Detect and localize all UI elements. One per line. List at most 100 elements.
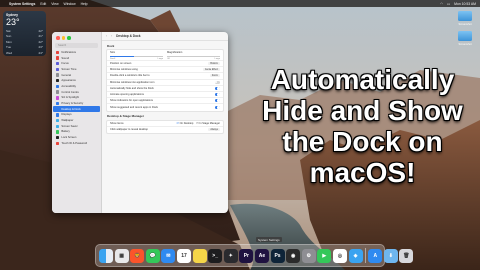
desktop-section-title: Desktop & Stage Manager: [107, 114, 145, 118]
final-cut-icon[interactable]: ✦: [223, 248, 238, 263]
sidebar-item-label: Desktop & Dock: [61, 107, 81, 111]
desktop-folder-icon[interactable]: [458, 11, 472, 21]
setting-toggle[interactable]: [214, 105, 220, 109]
setting-select[interactable]: Bottom: [208, 62, 220, 66]
menu-view[interactable]: View: [51, 2, 58, 6]
sidebar-item-icon: [56, 107, 60, 111]
sidebar-item-icon: [56, 79, 60, 83]
click-wallpaper-row: Click wallpaper to reveal desktop Always: [110, 128, 220, 132]
forecast-row: Sun 21°: [6, 34, 43, 38]
system-settings-icon[interactable]: ⚙: [301, 248, 316, 263]
launchpad-icon[interactable]: ▦: [114, 248, 129, 263]
sidebar-item-label: Accessibility: [61, 84, 77, 88]
forecast-row: Tue 23°: [6, 45, 43, 49]
setting-label: Show suggested and recent apps in Dock: [110, 105, 158, 109]
sidebar-item-icon: [56, 141, 60, 146]
setting-label: Position on screen: [110, 62, 132, 66]
size-slider[interactable]: Size Small Large: [110, 51, 163, 60]
setting-toggle[interactable]: [214, 86, 220, 90]
dock-section-title: Dock: [107, 43, 115, 48]
menu-help[interactable]: Help: [81, 2, 88, 6]
sidebar-item-icon: [56, 67, 60, 72]
menu-edit[interactable]: Edit: [40, 2, 46, 6]
safari-icon[interactable]: ◈: [348, 248, 363, 263]
weather-widget[interactable]: Sydney 23° Sat 22° Sun 21° Mon 22° Tue 23° W…: [3, 11, 46, 56]
settings-main-pane: ‹ › Desktop & Dock Dock Size Small Large …: [102, 32, 228, 213]
app-store-icon[interactable]: A: [368, 248, 383, 263]
minimize-button[interactable]: [61, 36, 65, 40]
setting-label: Automatically hide and show the Dock: [110, 86, 154, 90]
video-title-overlay: Automatically Hide and Show the Dock on …: [262, 64, 463, 188]
chrome-icon[interactable]: ◎: [332, 248, 347, 263]
sidebar-item-label: Appearance: [61, 79, 76, 83]
desktop-folder-icon[interactable]: [458, 31, 472, 41]
forecast-row: Wed 24°: [6, 50, 43, 55]
dock: ▦ 🦁 💬 ✉ 17 >_ ✦ Pr Ae Ps ◉ ⚙ ▶ ◎ ◈ A ⬇ 🗑: [95, 244, 414, 267]
setting-toggle[interactable]: [214, 99, 220, 103]
brave-icon[interactable]: 🦁: [130, 248, 145, 263]
obs-icon[interactable]: ◉: [286, 248, 301, 263]
forecast-row: Sat 22°: [6, 28, 43, 33]
sidebar-item-icon: [56, 90, 60, 94]
menu-app-name[interactable]: System Settings: [9, 2, 35, 6]
setting-toggle[interactable]: [214, 80, 220, 84]
trash-icon[interactable]: 🗑: [399, 248, 414, 263]
click-wallpaper-select[interactable]: Always: [208, 128, 220, 132]
downloads-folder-icon[interactable]: ⬇: [383, 248, 398, 263]
dock-sliders: Size Small Large Magnification Off Large: [107, 50, 223, 61]
after-effects-icon[interactable]: Ae: [254, 248, 269, 263]
finder-icon[interactable]: [99, 248, 113, 263]
setting-label: Minimise windows using: [110, 68, 138, 72]
sidebar-item-label: Privacy & Security: [61, 102, 84, 106]
sidebar-item-icon: [56, 96, 60, 100]
sidebar-item-icon: [56, 124, 60, 128]
back-arrow-icon[interactable]: ‹: [106, 34, 107, 38]
desktop-settings-group: Show Items ☑ On Desktop ☐ In Stage Manag…: [106, 119, 224, 134]
setting-label: Double-click a window's title bar to: [110, 74, 150, 78]
clock[interactable]: Mon 10:53 AM: [454, 2, 476, 6]
sidebar-item-label: Control Centre: [61, 90, 79, 94]
in-stage-manager-checkbox[interactable]: ☐ In Stage Manager: [196, 122, 220, 125]
premiere-icon[interactable]: Pr: [239, 248, 254, 263]
notes-icon[interactable]: [192, 248, 207, 263]
sidebar-item-icon: [56, 113, 60, 117]
close-button[interactable]: [56, 36, 60, 40]
setting-label: Show indicators for open applications: [110, 99, 153, 103]
sidebar-item-label: Sound: [61, 56, 70, 60]
setting-label: Animate opening applications: [110, 93, 144, 97]
calendar-icon[interactable]: 17: [176, 248, 191, 263]
sidebar-item-label: Screen Saver: [61, 124, 78, 128]
sidebar-item-icon: [56, 73, 60, 77]
facetime-icon[interactable]: ▶: [317, 248, 332, 263]
sidebar-search-input[interactable]: Search: [55, 42, 98, 48]
magnification-label: Magnification: [167, 51, 183, 54]
sidebar-item-label: Siri & Spotlight: [61, 96, 80, 100]
on-desktop-checkbox[interactable]: ☑ On Desktop: [177, 122, 194, 125]
desktop-icon-label: Screenshot: [458, 43, 472, 46]
sidebar-item-label: Wallpaper: [61, 119, 74, 123]
forward-arrow-icon[interactable]: ›: [111, 34, 112, 38]
menu-window[interactable]: Window: [64, 2, 76, 6]
sidebar-item-icon: [56, 130, 60, 134]
mail-icon[interactable]: ✉: [161, 248, 176, 263]
battery-icon[interactable]: ▭: [447, 2, 450, 6]
pane-header: ‹ › Desktop & Dock: [102, 32, 228, 41]
sidebar-item-label: Focus: [61, 62, 69, 66]
settings-sidebar: Search Notifications Sound Focus Screen Tim…: [52, 32, 102, 213]
setting-select[interactable]: Genie Effect: [202, 68, 220, 72]
magnification-slider[interactable]: Magnification Off Large: [167, 51, 220, 60]
zoom-button[interactable]: [67, 36, 71, 40]
terminal-icon[interactable]: >_: [208, 248, 223, 263]
dock-options: Position on screen Bottom Minimise windows…: [107, 61, 223, 111]
sidebar-item-icon: [56, 62, 60, 66]
sidebar-item-label: Lock Screen: [61, 136, 77, 140]
sidebar-item[interactable]: Touch ID & Password: [52, 141, 101, 147]
system-settings-window: Search Notifications Sound Focus Screen Tim…: [52, 32, 228, 213]
setting-select[interactable]: Zoom: [209, 74, 220, 78]
photoshop-icon[interactable]: Ps: [270, 248, 285, 263]
sidebar-item-label: Displays: [61, 113, 72, 117]
wifi-icon[interactable]: ◠: [440, 2, 443, 6]
window-controls: [52, 36, 101, 40]
messages-icon[interactable]: 💬: [145, 248, 160, 263]
setting-toggle[interactable]: [214, 92, 220, 97]
